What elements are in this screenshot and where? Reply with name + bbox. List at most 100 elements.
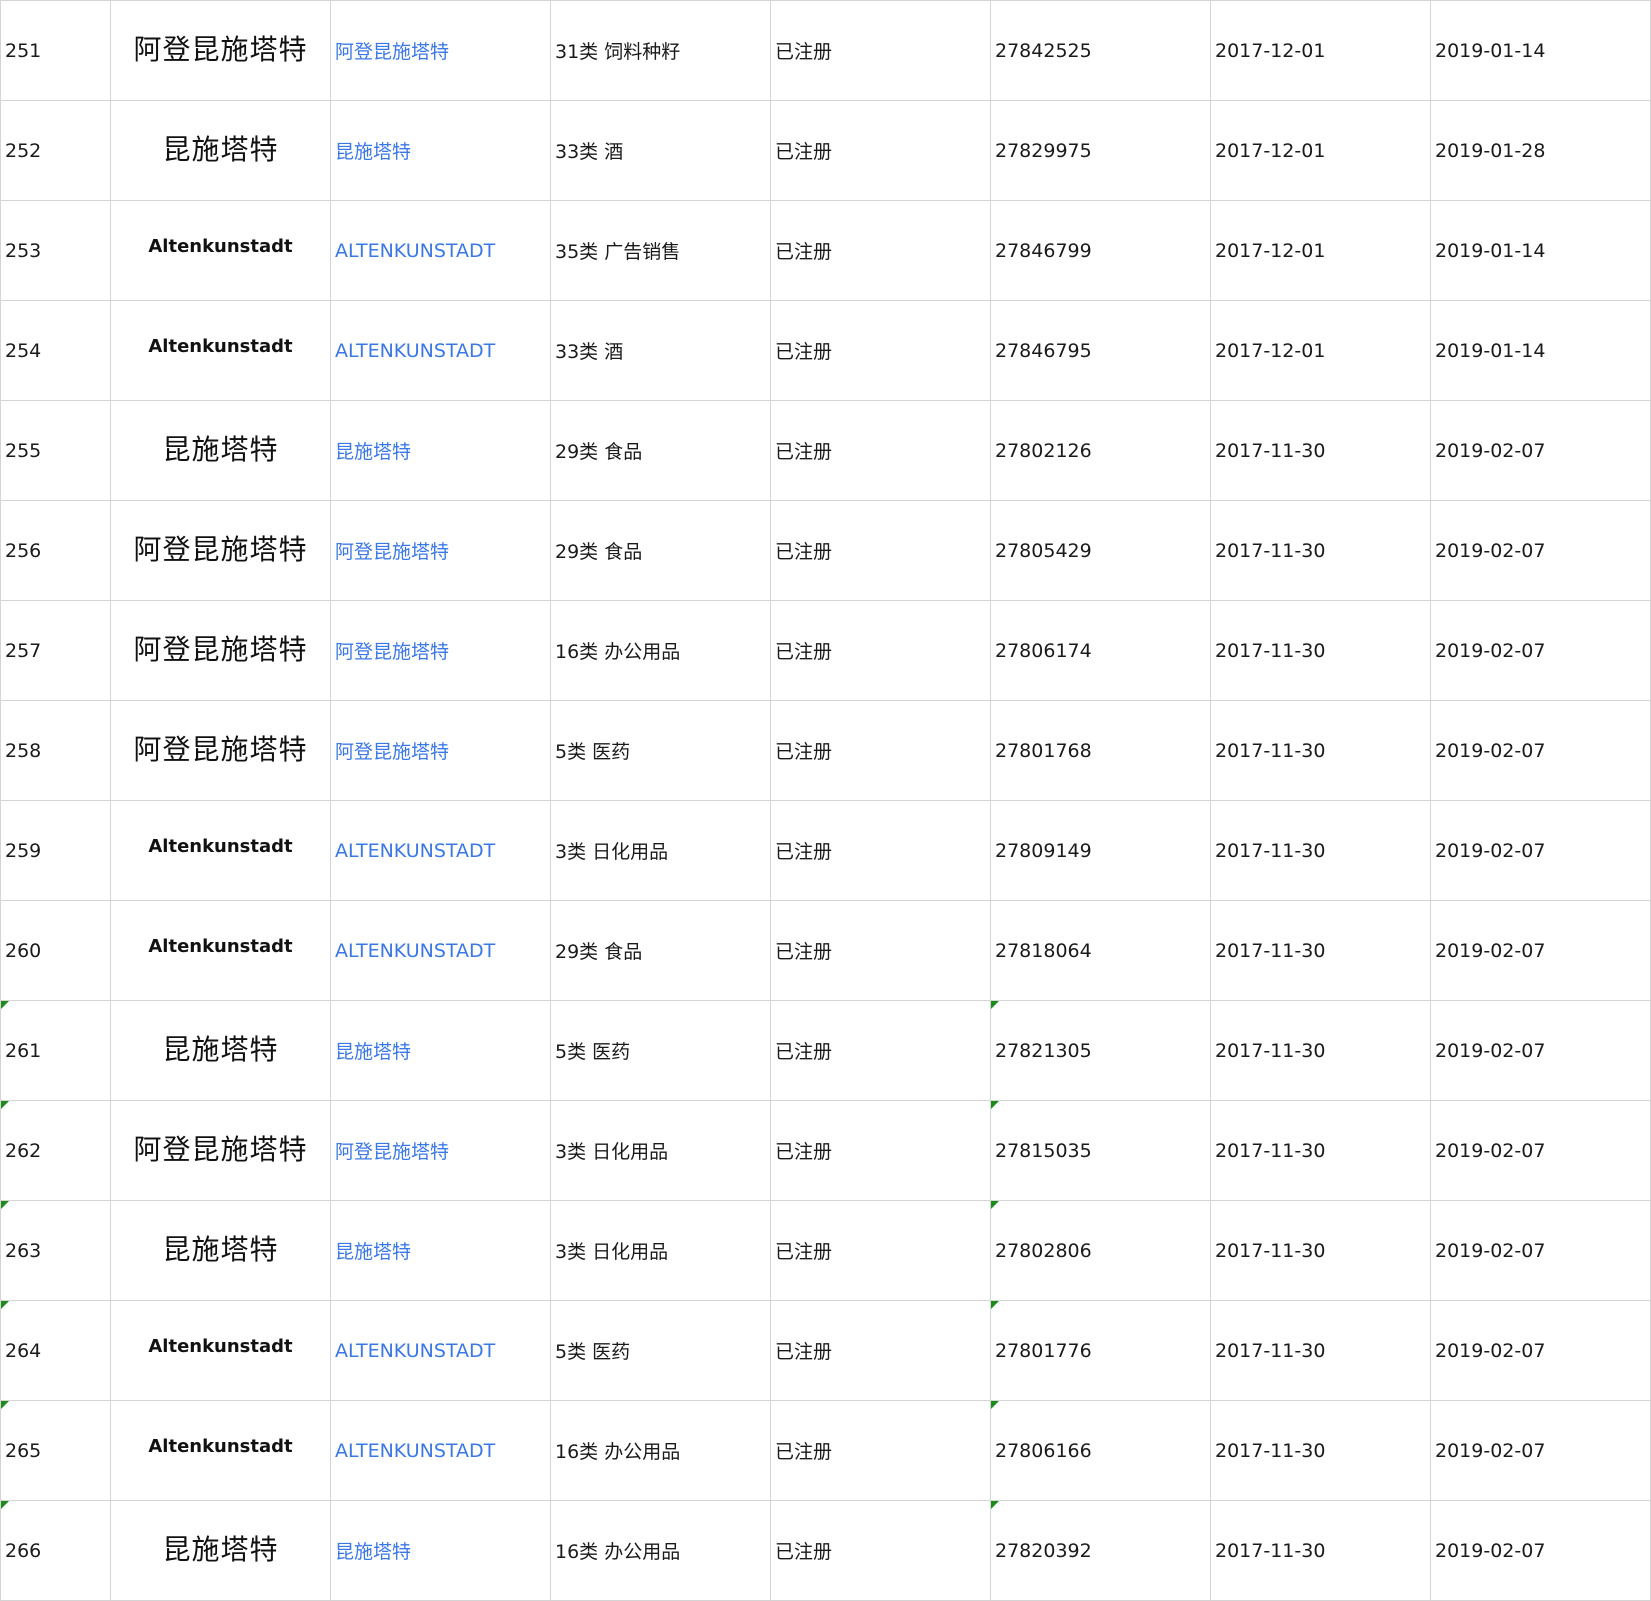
class-cell[interactable]: 33类 酒 [550, 300, 771, 401]
trademark-name-cell[interactable]: ALTENKUNSTADT [330, 200, 551, 301]
application-date-cell[interactable]: 2017-12-01 [1210, 100, 1431, 201]
application-date-cell[interactable]: 2017-11-30 [1210, 900, 1431, 1001]
trademark-name-cell[interactable]: ALTENKUNSTADT [330, 1300, 551, 1401]
trademark-name-cell[interactable]: ALTENKUNSTADT [330, 900, 551, 1001]
status-cell[interactable]: 已注册 [770, 0, 991, 101]
trademark-name-cell[interactable]: 阿登昆施塔特 [330, 1100, 551, 1201]
class-cell[interactable]: 3类 日化用品 [550, 800, 771, 901]
publication-date-cell[interactable]: 2019-02-07 [1430, 1000, 1651, 1101]
row-number-cell[interactable]: 255 [0, 400, 111, 501]
class-cell[interactable]: 16类 办公用品 [550, 600, 771, 701]
row-number-cell[interactable]: 263 [0, 1200, 111, 1301]
row-number-cell[interactable]: 264 [0, 1300, 111, 1401]
status-cell[interactable]: 已注册 [770, 300, 991, 401]
row-number-cell[interactable]: 265 [0, 1400, 111, 1501]
registration-number-cell[interactable]: 27820392 [990, 1500, 1211, 1601]
trademark-name-cell[interactable]: 昆施塔特 [330, 1000, 551, 1101]
registration-number-cell[interactable]: 27846795 [990, 300, 1211, 401]
application-date-cell[interactable]: 2017-11-30 [1210, 1200, 1431, 1301]
trademark-logo-cell[interactable]: 阿登昆施塔特 [110, 1100, 331, 1201]
status-cell[interactable]: 已注册 [770, 700, 991, 801]
publication-date-cell[interactable]: 2019-01-28 [1430, 100, 1651, 201]
status-cell[interactable]: 已注册 [770, 1300, 991, 1401]
registration-number-cell[interactable]: 27802126 [990, 400, 1211, 501]
trademark-logo-cell[interactable]: 昆施塔特 [110, 1000, 331, 1101]
trademark-name-cell[interactable]: 昆施塔特 [330, 1500, 551, 1601]
row-number-cell[interactable]: 257 [0, 600, 111, 701]
publication-date-cell[interactable]: 2019-02-07 [1430, 500, 1651, 601]
status-cell[interactable]: 已注册 [770, 500, 991, 601]
status-cell[interactable]: 已注册 [770, 200, 991, 301]
registration-number-cell[interactable]: 27846799 [990, 200, 1211, 301]
trademark-logo-cell[interactable]: 昆施塔特 [110, 1500, 331, 1601]
class-cell[interactable]: 33类 酒 [550, 100, 771, 201]
trademark-name-cell[interactable]: 昆施塔特 [330, 400, 551, 501]
application-date-cell[interactable]: 2017-11-30 [1210, 700, 1431, 801]
trademark-logo-cell[interactable]: Altenkunstadt [110, 900, 331, 1001]
row-number-cell[interactable]: 252 [0, 100, 111, 201]
publication-date-cell[interactable]: 2019-02-07 [1430, 700, 1651, 801]
class-cell[interactable]: 35类 广告销售 [550, 200, 771, 301]
trademark-name-cell[interactable]: 昆施塔特 [330, 100, 551, 201]
trademark-name-cell[interactable]: 阿登昆施塔特 [330, 600, 551, 701]
application-date-cell[interactable]: 2017-11-30 [1210, 1400, 1431, 1501]
trademark-logo-cell[interactable]: Altenkunstadt [110, 1300, 331, 1401]
row-number-cell[interactable]: 251 [0, 0, 111, 101]
status-cell[interactable]: 已注册 [770, 600, 991, 701]
row-number-cell[interactable]: 253 [0, 200, 111, 301]
status-cell[interactable]: 已注册 [770, 1000, 991, 1101]
trademark-name-cell[interactable]: ALTENKUNSTADT [330, 800, 551, 901]
status-cell[interactable]: 已注册 [770, 1200, 991, 1301]
application-date-cell[interactable]: 2017-11-30 [1210, 500, 1431, 601]
status-cell[interactable]: 已注册 [770, 1400, 991, 1501]
trademark-logo-cell[interactable]: 昆施塔特 [110, 400, 331, 501]
trademark-logo-cell[interactable]: Altenkunstadt [110, 800, 331, 901]
row-number-cell[interactable]: 254 [0, 300, 111, 401]
class-cell[interactable]: 3类 日化用品 [550, 1100, 771, 1201]
row-number-cell[interactable]: 258 [0, 700, 111, 801]
publication-date-cell[interactable]: 2019-02-07 [1430, 600, 1651, 701]
trademark-name-cell[interactable]: 阿登昆施塔特 [330, 500, 551, 601]
row-number-cell[interactable]: 266 [0, 1500, 111, 1601]
application-date-cell[interactable]: 2017-11-30 [1210, 800, 1431, 901]
application-date-cell[interactable]: 2017-11-30 [1210, 400, 1431, 501]
registration-number-cell[interactable]: 27806174 [990, 600, 1211, 701]
application-date-cell[interactable]: 2017-11-30 [1210, 1000, 1431, 1101]
class-cell[interactable]: 16类 办公用品 [550, 1400, 771, 1501]
registration-number-cell[interactable]: 27809149 [990, 800, 1211, 901]
status-cell[interactable]: 已注册 [770, 900, 991, 1001]
trademark-logo-cell[interactable]: 阿登昆施塔特 [110, 500, 331, 601]
trademark-name-cell[interactable]: ALTENKUNSTADT [330, 1400, 551, 1501]
publication-date-cell[interactable]: 2019-02-07 [1430, 900, 1651, 1001]
registration-number-cell[interactable]: 27815035 [990, 1100, 1211, 1201]
class-cell[interactable]: 29类 食品 [550, 500, 771, 601]
trademark-logo-cell[interactable]: Altenkunstadt [110, 1400, 331, 1501]
application-date-cell[interactable]: 2017-11-30 [1210, 1300, 1431, 1401]
row-number-cell[interactable]: 261 [0, 1000, 111, 1101]
publication-date-cell[interactable]: 2019-02-07 [1430, 800, 1651, 901]
class-cell[interactable]: 29类 食品 [550, 400, 771, 501]
status-cell[interactable]: 已注册 [770, 800, 991, 901]
row-number-cell[interactable]: 256 [0, 500, 111, 601]
publication-date-cell[interactable]: 2019-01-14 [1430, 200, 1651, 301]
publication-date-cell[interactable]: 2019-01-14 [1430, 0, 1651, 101]
class-cell[interactable]: 5类 医药 [550, 1000, 771, 1101]
class-cell[interactable]: 16类 办公用品 [550, 1500, 771, 1601]
trademark-logo-cell[interactable]: Altenkunstadt [110, 200, 331, 301]
publication-date-cell[interactable]: 2019-01-14 [1430, 300, 1651, 401]
trademark-logo-cell[interactable]: 阿登昆施塔特 [110, 700, 331, 801]
registration-number-cell[interactable]: 27801768 [990, 700, 1211, 801]
class-cell[interactable]: 5类 医药 [550, 700, 771, 801]
publication-date-cell[interactable]: 2019-02-07 [1430, 1400, 1651, 1501]
trademark-logo-cell[interactable]: 昆施塔特 [110, 100, 331, 201]
trademark-logo-cell[interactable]: 昆施塔特 [110, 1200, 331, 1301]
application-date-cell[interactable]: 2017-11-30 [1210, 600, 1431, 701]
trademark-name-cell[interactable]: 阿登昆施塔特 [330, 0, 551, 101]
publication-date-cell[interactable]: 2019-02-07 [1430, 1300, 1651, 1401]
trademark-name-cell[interactable]: 阿登昆施塔特 [330, 700, 551, 801]
registration-number-cell[interactable]: 27821305 [990, 1000, 1211, 1101]
status-cell[interactable]: 已注册 [770, 1500, 991, 1601]
class-cell[interactable]: 3类 日化用品 [550, 1200, 771, 1301]
class-cell[interactable]: 31类 饲料种籽 [550, 0, 771, 101]
class-cell[interactable]: 29类 食品 [550, 900, 771, 1001]
